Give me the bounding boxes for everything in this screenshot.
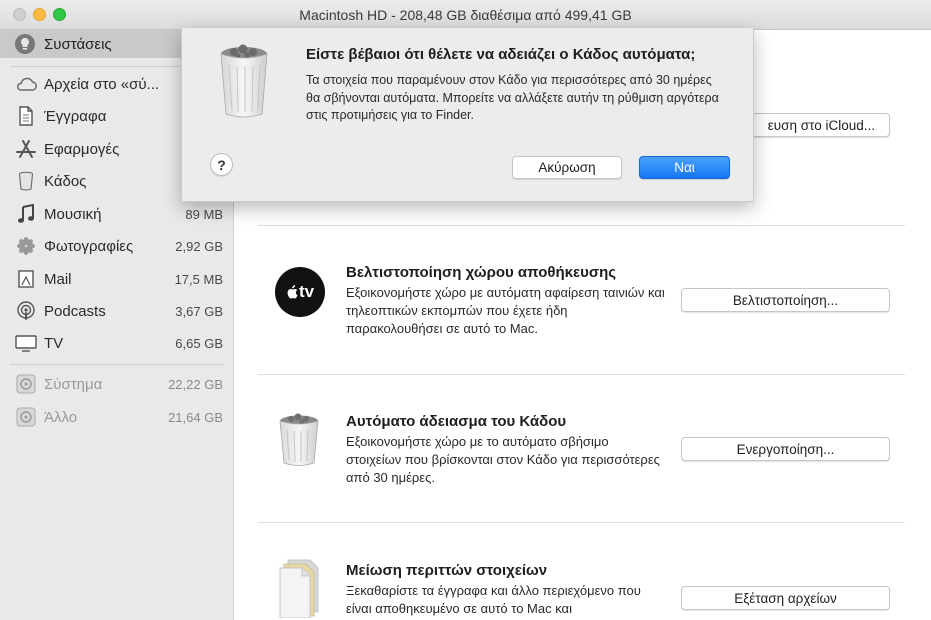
document-icon — [14, 105, 38, 127]
auto-empty-trash-description: Εξοικονομήστε χώρο με το αυτόματο σβήσιμ… — [346, 434, 660, 485]
row-divider — [258, 225, 905, 226]
trash-icon — [14, 170, 38, 192]
system-disk-icon — [14, 373, 38, 395]
other-disk-icon — [14, 406, 38, 428]
optimize-storage-title: Βελτιστοποίηση χώρου αποθήκευσης — [346, 264, 617, 281]
sidebar-divider — [10, 364, 224, 365]
help-button[interactable]: ? — [210, 153, 233, 176]
dialog-title: Είστε βέβαιοι ότι θέλετε να αδειάζει ο Κ… — [306, 46, 696, 63]
sidebar-item-label: Άλλο — [44, 408, 78, 426]
optimize-storage-description: Εξοικονομήστε χώρο με αυτόματη αφαίρεση … — [346, 285, 665, 336]
sidebar-item-size: 22,22 GB — [168, 376, 223, 392]
reduce-clutter-title: Μείωση περιττών στοιχείων — [346, 562, 548, 579]
tv-icon — [14, 332, 38, 354]
sidebar-item-size: 3,67 GB — [175, 303, 223, 319]
reduce-clutter-description: Ξεκαθαρίστε τα έγγραφα και άλλο περιεχόμ… — [346, 583, 641, 616]
photos-icon — [14, 235, 38, 257]
auto-empty-trash-title: Αυτόματο άδειασμα του Κάδου — [346, 413, 567, 430]
sidebar-item-tv[interactable]: TV 6,65 GB — [0, 328, 234, 358]
apple-tv-icon: tv — [275, 267, 325, 317]
sidebar-item-label: Κάδος — [44, 172, 87, 190]
window-title: Macintosh HD - 208,48 GB διαθέσιμα από 4… — [299, 7, 632, 23]
yes-button[interactable]: Ναι — [639, 156, 730, 179]
music-note-icon — [14, 203, 38, 225]
optimize-button[interactable]: Βελτιστοποίηση... — [681, 288, 890, 312]
podcasts-icon — [14, 300, 38, 322]
app-store-icon — [14, 138, 38, 160]
title-bar: Macintosh HD - 208,48 GB διαθέσιμα από 4… — [0, 0, 931, 30]
review-files-button[interactable]: Εξέταση αρχείων — [681, 586, 890, 610]
cancel-button[interactable]: Ακύρωση — [512, 156, 622, 179]
trash-full-icon — [276, 412, 322, 468]
apple-tv-icon-label: tv — [298, 282, 315, 301]
sidebar-item-podcasts[interactable]: Podcasts 3,67 GB — [0, 296, 234, 326]
sidebar-item-label: Φωτογραφίες — [44, 237, 134, 255]
sidebar-item-label: Mail — [44, 270, 72, 288]
mail-icon — [14, 268, 38, 290]
sidebar-item-label: Σύστημα — [44, 375, 103, 393]
sidebar-item-mail[interactable]: Mail 17,5 MB — [0, 264, 234, 294]
row-divider — [258, 374, 905, 375]
lightbulb-icon — [15, 34, 35, 54]
sidebar-item-label: Μουσική — [44, 205, 102, 223]
sidebar-item-system: Σύστημα 22,22 GB — [0, 369, 234, 399]
row-divider — [258, 522, 905, 523]
documents-stack-icon — [276, 558, 322, 619]
sidebar-item-music[interactable]: Μουσική 89 MB — [0, 199, 234, 229]
sidebar-item-photos[interactable]: Φωτογραφίες 2,92 GB — [0, 231, 234, 261]
sidebar-item-label: Αρχεία στο «σύ... — [44, 75, 160, 93]
sidebar-item-size: 17,5 MB — [174, 271, 223, 287]
sidebar-item-label: Έγγραφα — [44, 107, 107, 125]
dialog-message: Τα στοιχεία που παραμένουν στον Κάδο για… — [306, 73, 719, 122]
sidebar-item-size: 2,92 GB — [175, 238, 223, 254]
confirm-auto-empty-trash-dialog: Είστε βέβαιοι ότι θέλετε να αδειάζει ο Κ… — [181, 28, 754, 202]
sidebar-item-other: Άλλο 21,64 GB — [0, 402, 234, 432]
sidebar-item-label: TV — [44, 334, 64, 352]
sidebar-item-size: 6,65 GB — [175, 335, 223, 351]
sidebar-item-label: Συστάσεις — [44, 35, 112, 53]
sidebar-item-size: 89 MB — [185, 206, 223, 222]
icloud-icon — [14, 73, 38, 95]
turn-on-button[interactable]: Ενεργοποίηση... — [681, 437, 890, 461]
sidebar-item-label: Εφαρμογές — [44, 140, 120, 158]
trash-full-icon — [216, 43, 272, 121]
sidebar-item-size: 21,64 GB — [168, 409, 223, 425]
sidebar-item-label: Podcasts — [44, 302, 106, 320]
